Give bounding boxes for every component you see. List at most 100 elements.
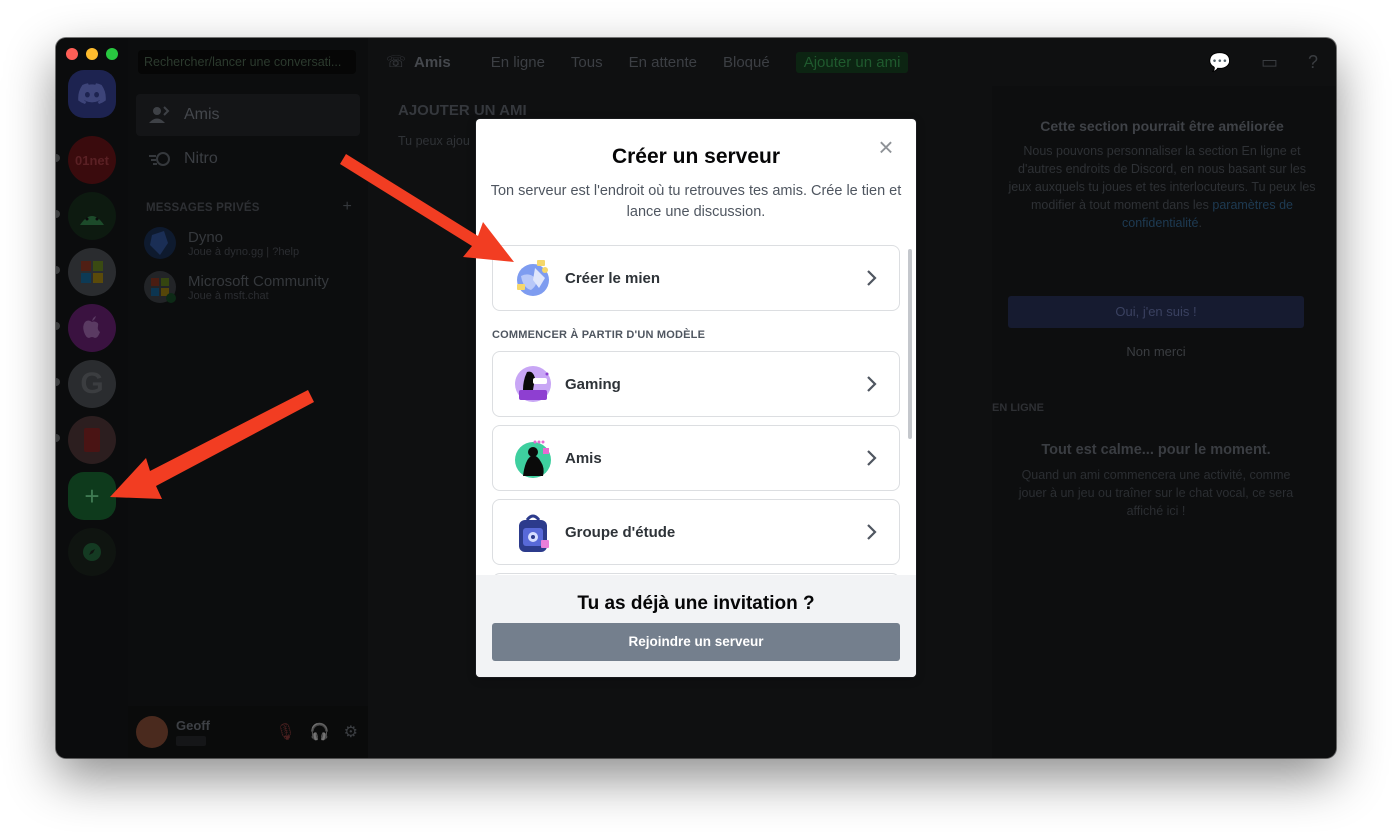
user-tag — [176, 736, 206, 746]
search-input[interactable]: Rechercher/lancer une conversati... — [138, 50, 356, 74]
headphones-icon[interactable]: 🎧 — [310, 722, 330, 742]
close-window-button[interactable] — [66, 48, 78, 60]
discord-home-button[interactable] — [68, 70, 116, 118]
user-avatar[interactable] — [136, 716, 168, 748]
chevron-right-icon — [867, 376, 877, 392]
dm-item-dyno[interactable]: Dyno Joue à dyno.gg | ?help — [144, 222, 364, 264]
dm-name: Microsoft Community — [188, 272, 329, 290]
dm-status: Joue à dyno.gg | ?help — [188, 245, 300, 258]
user-controls: 🎙 🎧 ⚙ — [275, 722, 358, 742]
create-dm-button[interactable]: + — [342, 198, 352, 216]
minimize-window-button[interactable] — [86, 48, 98, 60]
friends-header-icon: ☏ — [386, 54, 407, 71]
private-messages-label: MESSAGES PRIVÉS — [146, 202, 260, 214]
server-android[interactable] — [68, 192, 116, 240]
friends-template-label: Amis — [565, 449, 602, 467]
quiet-title: Tout est calme... pour le moment. — [1041, 442, 1271, 458]
plus-icon: + — [84, 480, 100, 511]
sidebar-item-nitro-label: Nitro — [184, 150, 218, 167]
server-microsoft[interactable] — [68, 248, 116, 296]
header-icons: 💬 ▭ ? — [1209, 52, 1318, 73]
dyno-avatar — [144, 227, 176, 259]
sidebar-item-friends[interactable]: Amis — [136, 94, 360, 136]
template-friends-option[interactable]: Amis — [492, 425, 900, 491]
server-01net-label: 01net — [75, 152, 109, 168]
no-thanks-button[interactable]: Non merci — [992, 344, 1320, 359]
private-messages-header: MESSAGES PRIVÉS + — [146, 198, 352, 216]
tab-add-friend[interactable]: Ajouter un ami — [795, 51, 909, 73]
nitro-icon — [148, 147, 172, 171]
settings-gear-icon[interactable]: ⚙ — [344, 722, 358, 742]
add-friend-subtitle: Tu peux ajou — [398, 134, 470, 148]
dm-sidebar: Rechercher/lancer une conversati... Amis… — [128, 38, 368, 758]
unread-pill — [56, 210, 60, 218]
opt-in-button[interactable]: Oui, j'en suis ! — [1008, 296, 1304, 328]
microsoft-logo-icon — [81, 261, 103, 283]
chevron-right-icon — [867, 524, 877, 540]
add-server-button[interactable]: + — [68, 472, 116, 520]
tab-pending[interactable]: En attente — [629, 54, 697, 71]
window-controls — [66, 48, 118, 60]
modal-subtitle: Ton serveur est l'endroit où tu retrouve… — [490, 183, 902, 220]
create-own-server-option[interactable]: Créer le mien — [492, 245, 900, 311]
server-apple[interactable] — [68, 304, 116, 352]
dm-item-microsoft-community[interactable]: Microsoft Community Joue à msft.chat — [144, 266, 364, 308]
add-friend-title: AJOUTER UN AMI — [398, 102, 527, 119]
create-server-modal: × Créer un serveur Ton serveur est l'end… — [476, 119, 916, 677]
friends-template-icon — [515, 440, 551, 478]
online-header: EN LIGNE — [992, 402, 1044, 414]
modal-options-list: Créer le mien COMMENCER À PARTIR D'UN MO… — [476, 235, 916, 575]
unread-pill — [56, 266, 60, 274]
friends-header: ☏ Amis En ligne Tous En attente Bloqué A… — [368, 38, 1336, 86]
server-red-book[interactable] — [68, 416, 116, 464]
book-icon — [84, 428, 100, 452]
tab-blocked[interactable]: Bloqué — [723, 54, 770, 71]
study-group-label: Groupe d'étude — [565, 523, 676, 541]
tab-all[interactable]: Tous — [571, 54, 603, 71]
active-now-text: Nous pouvons personnaliser la section En… — [1006, 142, 1318, 232]
user-panel: Geoff 🎙 🎧 ⚙ — [128, 706, 368, 758]
android-icon — [80, 216, 104, 225]
quiet-text: Quand un ami commencera une activité, co… — [1018, 468, 1294, 518]
unread-pill — [56, 434, 60, 442]
compass-icon — [83, 543, 101, 561]
google-logo-icon: G — [80, 367, 104, 400]
unread-pill — [56, 322, 60, 330]
gaming-label: Gaming — [565, 375, 621, 393]
dm-name: Dyno — [188, 228, 224, 246]
modal-scrollbar[interactable] — [908, 249, 912, 439]
active-now-title: Cette section pourrait être améliorée — [1040, 118, 1284, 134]
server-rail: 01net G + — [56, 38, 128, 758]
sidebar-item-nitro[interactable]: Nitro — [136, 138, 360, 180]
user-name: Geoff — [176, 718, 210, 733]
new-group-dm-icon[interactable]: 💬 — [1209, 52, 1231, 73]
tab-online[interactable]: En ligne — [491, 54, 545, 71]
apple-logo-icon — [83, 316, 100, 338]
study-group-template-icon — [519, 514, 549, 552]
active-now-period: . — [1198, 216, 1202, 230]
friends-icon — [148, 103, 172, 127]
sidebar-item-friends-label: Amis — [184, 106, 220, 123]
invite-question: Tu as déjà une invitation ? — [577, 593, 815, 614]
explore-servers-button[interactable] — [68, 528, 116, 576]
microsoft-community-avatar — [144, 271, 176, 303]
active-now-panel: Cette section pourrait être améliorée No… — [992, 86, 1336, 758]
chevron-right-icon — [867, 450, 877, 466]
unread-pill — [56, 154, 60, 162]
template-gaming-option[interactable]: Gaming — [492, 351, 900, 417]
modal-title: Créer un serveur — [611, 145, 781, 168]
server-google[interactable]: G — [68, 360, 116, 408]
server-01net[interactable]: 01net — [68, 136, 116, 184]
template-study-group-option[interactable]: Groupe d'étude — [492, 499, 900, 565]
maximize-window-button[interactable] — [106, 48, 118, 60]
dm-status: Joue à msft.chat — [188, 289, 269, 302]
discord-logo-icon — [78, 83, 106, 104]
header-title: Amis — [414, 53, 451, 71]
join-server-button[interactable]: Rejoindre un serveur — [492, 623, 900, 661]
help-icon[interactable]: ? — [1308, 52, 1318, 73]
inbox-icon[interactable]: ▭ — [1261, 52, 1278, 73]
templates-section-label: COMMENCER À PARTIR D'UN MODÈLE — [492, 329, 706, 341]
modal-footer: Tu as déjà une invitation ? Rejoindre un… — [476, 575, 916, 677]
create-own-globe-icon — [517, 260, 549, 296]
mute-icon[interactable]: 🎙 — [275, 722, 295, 742]
